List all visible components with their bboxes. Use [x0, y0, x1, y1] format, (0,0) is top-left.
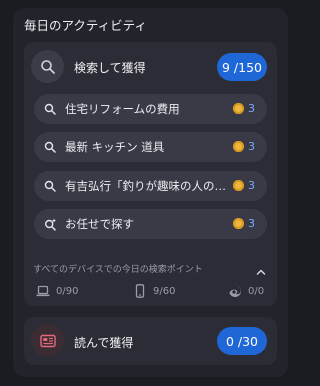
device-phone: 9/60	[133, 284, 175, 298]
chevron-up-icon[interactable]	[256, 262, 266, 275]
search-item-points: 3	[248, 140, 255, 153]
search-icon	[42, 101, 58, 117]
read-progress-badge: 0 /30	[217, 327, 267, 355]
coin-icon	[233, 180, 244, 191]
coin-icon	[233, 218, 244, 229]
search-item-text: お任せで探す	[65, 217, 134, 231]
device-laptop: 0/90	[36, 284, 78, 298]
search-item-3[interactable]: 有吉弘行「釣りが趣味の人の… 3	[34, 171, 267, 201]
search-item-text: 有吉弘行「釣りが趣味の人の…	[65, 179, 226, 193]
search-item-points: 3	[248, 179, 255, 192]
coin-icon	[233, 103, 244, 114]
sparkle-search-icon	[42, 216, 58, 232]
read-earn-label: 読んで獲得	[74, 336, 134, 350]
search-item-1[interactable]: 住宅リフォームの費用 3	[34, 94, 267, 124]
device-edge: 0/0	[228, 284, 264, 298]
search-progress-badge: 9 /150	[217, 53, 267, 81]
phone-icon	[133, 284, 147, 298]
search-item-points: 3	[248, 217, 255, 230]
device-value: 9/60	[153, 285, 176, 297]
devices-title: すべてのデバイスでの今日の検索ポイント	[33, 265, 203, 275]
news-icon	[31, 324, 64, 357]
search-icon	[42, 139, 58, 155]
search-earn-label: 検索して獲得	[74, 61, 146, 75]
search-item-2[interactable]: 最新 キッチン 道具 3	[34, 132, 267, 162]
search-item-text: 住宅リフォームの費用	[65, 102, 180, 116]
edge-icon	[228, 284, 242, 298]
coin-icon	[233, 141, 244, 152]
laptop-icon	[36, 284, 50, 298]
panel-title: 毎日のアクティビティ	[24, 18, 147, 33]
device-value: 0/90	[56, 285, 79, 297]
search-earn-header[interactable]: 検索して獲得 9 /150	[31, 49, 271, 87]
search-item-4[interactable]: お任せで探す 3	[34, 209, 267, 239]
search-item-text: 最新 キッチン 道具	[65, 140, 165, 154]
search-icon	[42, 178, 58, 194]
search-item-points: 3	[248, 102, 255, 115]
device-value: 0/0	[248, 285, 265, 297]
search-icon	[31, 50, 64, 83]
